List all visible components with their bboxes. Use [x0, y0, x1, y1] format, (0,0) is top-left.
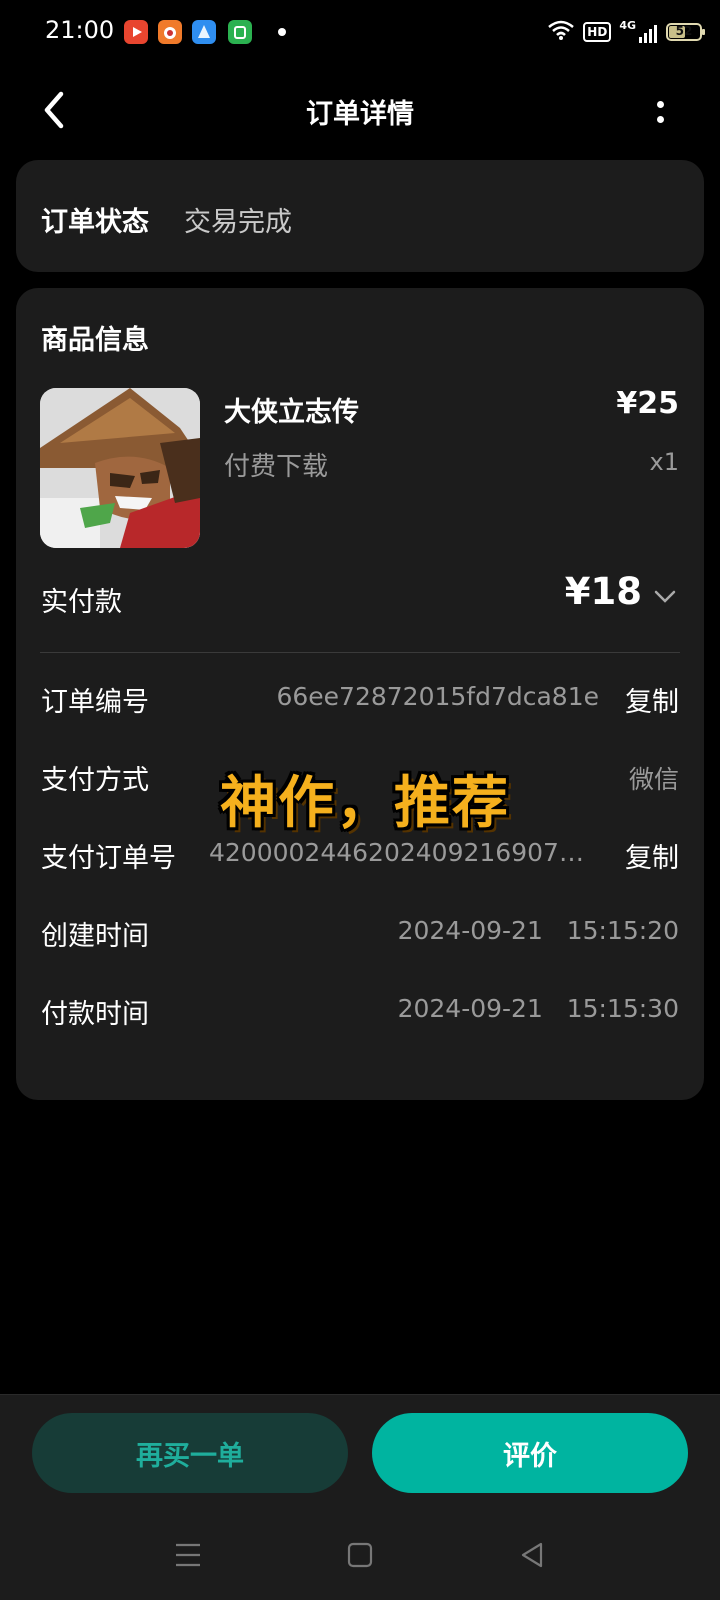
home-square-icon — [347, 1542, 373, 1568]
wifi-icon — [547, 19, 575, 45]
product-thumbnail[interactable] — [40, 388, 200, 548]
paid-time-row: 付款时间 2024-09-21 15:15:30 — [41, 992, 679, 1032]
payment-order-label: 支付订单号 — [41, 843, 176, 874]
signal-icon: 4G — [619, 20, 658, 44]
product-quantity: x1 — [649, 448, 679, 476]
system-navigation-bar — [0, 1535, 720, 1585]
payment-order-value: 4200002446202409216907070 — [209, 838, 599, 867]
product-section-title: 商品信息 — [41, 325, 149, 356]
page-title: 订单详情 — [306, 99, 414, 130]
game-app-icon — [158, 20, 182, 44]
menu-icon — [176, 1543, 200, 1567]
order-status-card: 订单状态 交易完成 — [16, 160, 704, 272]
product-type: 付费下载 — [224, 452, 329, 482]
header: 订单详情 — [0, 70, 720, 154]
store-app-icon — [228, 20, 252, 44]
created-time-label: 创建时间 — [41, 921, 149, 952]
browser-app-icon — [192, 20, 216, 44]
more-options-button[interactable] — [640, 90, 680, 134]
status-time: 21:00 — [45, 16, 115, 44]
created-time-value: 2024-09-21 15:15:20 — [397, 916, 679, 945]
paid-amount-label: 实付款 — [41, 587, 122, 618]
payment-method-label: 支付方式 — [41, 765, 149, 796]
game-cover-image — [40, 388, 200, 548]
order-number-value: 66ee72872015fd7dca81e — [276, 682, 599, 711]
home-nav-button[interactable] — [340, 1535, 380, 1575]
status-icons: HD 4G 52 — [547, 18, 705, 46]
order-info-card: 商品信息 大侠立志传 付费下载 ¥25 x1 实付款 ¥18 订单编号 66ee… — [16, 288, 704, 1100]
order-number-label: 订单编号 — [41, 687, 149, 718]
paid-amount-value[interactable]: ¥18 — [565, 570, 642, 613]
rebuy-button[interactable]: 再买一单 — [32, 1413, 348, 1493]
back-triangle-icon — [521, 1542, 543, 1568]
order-status-value: 交易完成 — [184, 207, 292, 238]
paid-time-value: 2024-09-21 15:15:30 — [397, 994, 679, 1023]
battery-text: 52 — [675, 24, 693, 38]
copy-payment-order-button[interactable]: 复制 — [625, 836, 679, 875]
menu-nav-button[interactable] — [168, 1535, 208, 1575]
created-time-row: 创建时间 2024-09-21 15:15:20 — [41, 914, 679, 954]
paid-time-label: 付款时间 — [41, 999, 149, 1030]
battery-icon: 52 — [666, 23, 705, 41]
product-name[interactable]: 大侠立志传 — [224, 390, 359, 429]
network-type: 4G — [619, 19, 636, 32]
payment-method-value: 微信 — [628, 765, 679, 794]
order-number-row: 订单编号 66ee72872015fd7dca81e 复制 — [41, 680, 679, 720]
order-status-label: 订单状态 — [41, 207, 149, 238]
bottom-action-bar: 再买一单 评价 — [0, 1394, 720, 1600]
chevron-down-icon[interactable] — [652, 586, 678, 606]
review-button[interactable]: 评价 — [372, 1413, 688, 1493]
video-app-icon — [124, 20, 148, 44]
copy-order-number-button[interactable]: 复制 — [625, 680, 679, 719]
payment-order-row: 支付订单号 4200002446202409216907070 复制 — [41, 836, 679, 876]
more-vertical-icon — [656, 101, 664, 108]
hd-badge: HD — [583, 22, 612, 42]
back-nav-button[interactable] — [512, 1535, 552, 1575]
status-bar: 21:00 HD 4G 52 — [0, 0, 720, 64]
divider — [40, 652, 680, 653]
sticker-overlay-text: 神作，推荐 — [220, 771, 510, 836]
product-price: ¥25 — [616, 386, 679, 421]
notification-dot — [278, 28, 286, 36]
